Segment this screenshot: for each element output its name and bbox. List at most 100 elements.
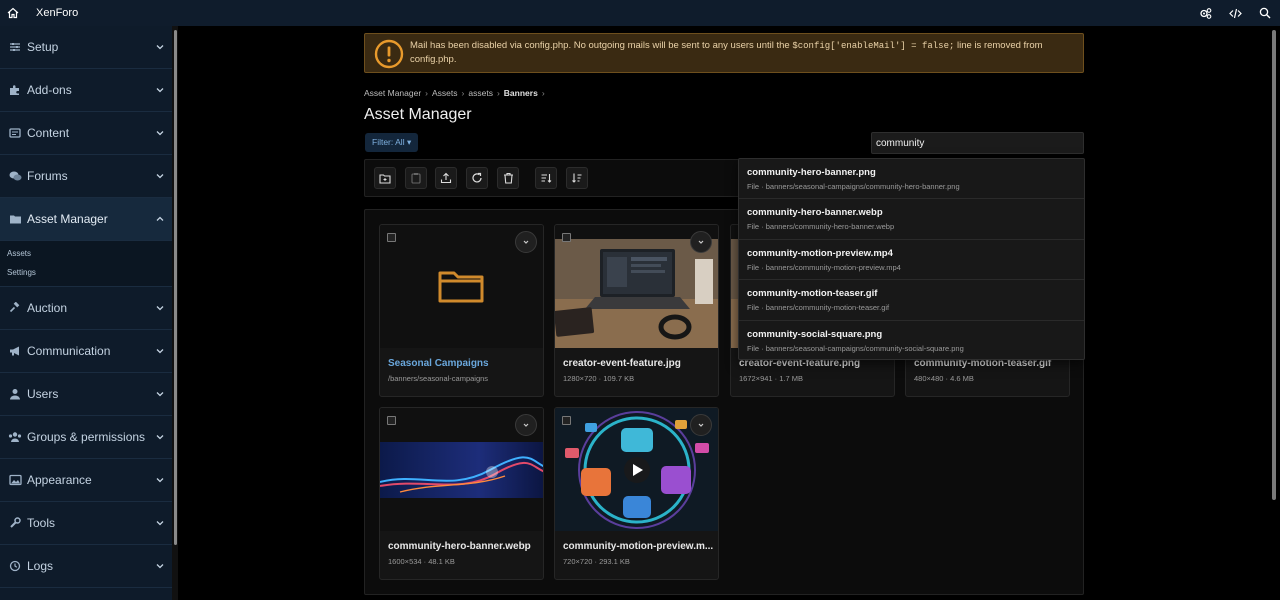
- asset-name[interactable]: Seasonal Campaigns: [388, 358, 538, 369]
- refresh-button[interactable]: [466, 167, 488, 189]
- page-scrollbar[interactable]: [1272, 30, 1276, 500]
- sidebar-item-logs[interactable]: Logs: [0, 545, 172, 588]
- sort-button[interactable]: [535, 167, 557, 189]
- card-menu-button[interactable]: [690, 231, 712, 253]
- asset-meta: 1600×534 · 48.1 KB: [388, 557, 455, 566]
- sidebar-item-content[interactable]: Content: [0, 112, 172, 155]
- chevron-down-icon: [698, 240, 704, 244]
- suggestion-path: File · banners/community-motion-preview.…: [747, 262, 901, 272]
- paste-button[interactable]: [405, 167, 427, 189]
- settings-cogs-icon[interactable]: [1190, 0, 1220, 26]
- asset-name[interactable]: community-hero-banner.webp: [388, 541, 538, 552]
- card-menu-button[interactable]: [690, 414, 712, 436]
- select-checkbox[interactable]: [387, 233, 396, 242]
- sidebar-item-forums[interactable]: Forums: [0, 155, 172, 198]
- suggestion-item[interactable]: community-hero-banner.webp File · banner…: [739, 199, 1084, 240]
- sidebar-item-tools[interactable]: Tools: [0, 502, 172, 545]
- suggestion-title: community-social-square.png: [747, 328, 883, 340]
- asset-card-video[interactable]: community-motion-preview.m... 720×720 · …: [554, 407, 719, 580]
- sidebar-item-add-ons[interactable]: Add-ons: [0, 69, 172, 112]
- users-icon: [8, 430, 22, 444]
- megaphone-icon: [8, 344, 22, 358]
- search-suggestions: community-hero-banner.png File · banners…: [738, 158, 1085, 360]
- puzzle-icon: [8, 83, 22, 97]
- sidebar-item-label: Forums: [27, 169, 68, 183]
- asset-card-image[interactable]: community-hero-banner.webp 1600×534 · 48…: [379, 407, 544, 580]
- asset-meta: 720×720 · 293.1 KB: [563, 557, 630, 566]
- chevron-down-icon: [156, 392, 164, 397]
- video-thumbnail[interactable]: [555, 408, 718, 531]
- suggestion-path: File · banners/community-hero-banner.web…: [747, 222, 895, 232]
- mail-disabled-alert: Mail has been disabled via config.php. N…: [364, 33, 1084, 73]
- suggestion-item[interactable]: community-social-square.png File · banne…: [739, 321, 1084, 361]
- sidebar-item-label: Groups & permissions: [27, 430, 146, 444]
- select-checkbox[interactable]: [562, 416, 571, 425]
- select-checkbox[interactable]: [562, 233, 571, 242]
- select-checkbox[interactable]: [387, 416, 396, 425]
- breadcrumb-item[interactable]: assets: [468, 88, 493, 98]
- chevron-down-icon: [523, 240, 529, 244]
- asset-name[interactable]: community-motion-preview.m...: [563, 541, 713, 552]
- sidebar-item-setup[interactable]: Setup: [0, 26, 172, 69]
- search-input[interactable]: [871, 132, 1084, 154]
- chevron-down-icon: [156, 521, 164, 526]
- image-thumbnail[interactable]: [555, 225, 718, 348]
- subnav-item-settings[interactable]: Settings: [0, 263, 172, 282]
- breadcrumb-item[interactable]: Banners: [504, 88, 538, 98]
- card-menu-button[interactable]: [515, 231, 537, 253]
- image-thumbnail[interactable]: [380, 408, 543, 531]
- sidebar-item-label: Setup: [27, 40, 59, 54]
- asset-card-folder[interactable]: Seasonal Campaigns /banners/seasonal-cam…: [379, 224, 544, 397]
- wrench-icon: [8, 516, 22, 530]
- search-icon[interactable]: [1250, 0, 1280, 26]
- page-title: Asset Manager: [364, 106, 472, 123]
- sort-icon: [541, 174, 552, 183]
- sidebar-item-label: Content: [27, 126, 70, 140]
- sidebar-scrollbar[interactable]: [174, 30, 177, 545]
- suggestion-item[interactable]: community-hero-banner.png File · banners…: [739, 159, 1084, 200]
- new-folder-button[interactable]: [374, 167, 396, 189]
- history-icon: [8, 559, 22, 573]
- laptop-desk-photo: [555, 239, 718, 348]
- sidebar-item-label: Tools: [27, 516, 56, 530]
- refresh-icon: [472, 172, 482, 183]
- folder-plus-icon: [379, 173, 391, 184]
- brand-name[interactable]: XenForo: [36, 7, 78, 19]
- delete-button[interactable]: [497, 167, 519, 189]
- sidebar-item-label: Add-ons: [27, 83, 72, 97]
- breadcrumb: Asset Manager › Assets › assets › Banners ›: [364, 88, 545, 98]
- folder-thumbnail[interactable]: [380, 225, 543, 348]
- sidebar: Setup Add-ons Content Forums Asset Manag…: [0, 26, 172, 600]
- chevron-down-icon: [156, 174, 164, 179]
- asset-card-image[interactable]: creator-event-feature.jpg 1280×720 · 109…: [554, 224, 719, 397]
- subnav-item-assets[interactable]: Assets: [0, 244, 172, 263]
- suggestion-path: File · banners/seasonal-campaigns/commun…: [747, 343, 964, 353]
- sidebar-item-appearance[interactable]: Appearance: [0, 459, 172, 502]
- sidebar-item-users[interactable]: Users: [0, 373, 172, 416]
- upload-icon: [440, 172, 452, 184]
- suggestion-item[interactable]: community-motion-preview.mp4 File · bann…: [739, 240, 1084, 281]
- code-icon[interactable]: [1220, 0, 1250, 26]
- asset-meta: 480×480 · 4.6 MB: [914, 374, 974, 383]
- suggestion-item[interactable]: community-motion-teaser.gif File · banne…: [739, 280, 1084, 321]
- chevron-down-icon: [156, 306, 164, 311]
- alert-message: Mail has been disabled via config.php. N…: [410, 40, 1043, 65]
- sidebar-item-auction[interactable]: Auction: [0, 287, 172, 330]
- home-icon[interactable]: [0, 0, 26, 26]
- asset-name[interactable]: creator-event-feature.jpg: [563, 358, 713, 369]
- folder-icon: [8, 212, 22, 226]
- breadcrumb-item[interactable]: Asset Manager: [364, 88, 421, 98]
- chevron-down-icon: [523, 423, 529, 427]
- upload-button[interactable]: [435, 167, 457, 189]
- sidebar-item-communication[interactable]: Communication: [0, 330, 172, 373]
- folder-icon: [438, 271, 484, 303]
- asset-meta: 1280×720 · 109.7 KB: [563, 374, 635, 383]
- sidebar-item-asset-manager[interactable]: Asset Manager: [0, 198, 172, 241]
- breadcrumb-item[interactable]: Assets: [432, 88, 458, 98]
- card-menu-button[interactable]: [515, 414, 537, 436]
- sidebar-item-label: Auction: [27, 301, 68, 315]
- sidebar-item-groups-permissions[interactable]: Groups & permissions: [0, 416, 172, 459]
- sort-order-button[interactable]: [566, 167, 588, 189]
- filter-button[interactable]: Filter: All ▾: [365, 133, 419, 152]
- suggestion-path: File · banners/seasonal-campaigns/commun…: [747, 182, 960, 191]
